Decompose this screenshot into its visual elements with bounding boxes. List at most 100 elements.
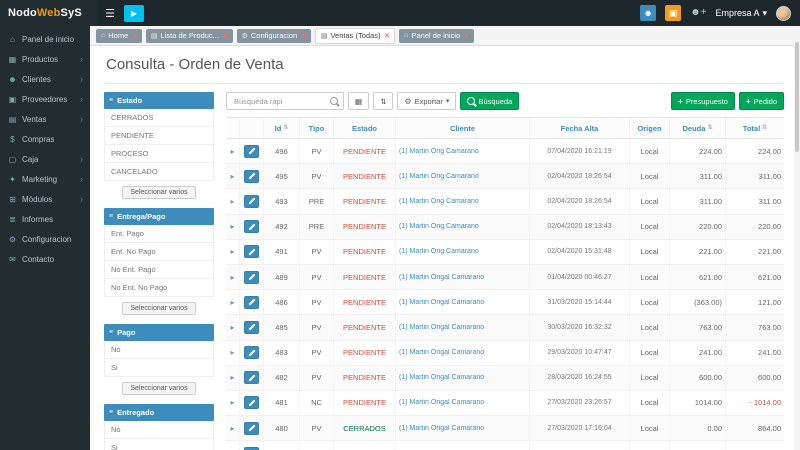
tab-ventas-todas[interactable]: ▤Ventas (Todas)× (315, 28, 395, 44)
client-link[interactable]: (1) Martin Orig Camarano (399, 223, 479, 230)
filter-option-no-ent-pago[interactable]: No Ent. Pago (104, 261, 214, 279)
new-pedido-button[interactable]: +Pedido (739, 92, 784, 110)
packages-button[interactable]: ▣ (665, 5, 681, 21)
add-user-button[interactable]: ☻+ (690, 8, 706, 18)
row-expand-icon[interactable]: ▸ (226, 189, 240, 213)
sidebar-item-marketing[interactable]: ✦Marketing› (0, 169, 90, 189)
column-header-total[interactable]: Total⇅ (726, 118, 784, 138)
filter-option-pendiente[interactable]: PENDIENTE (104, 127, 214, 145)
edit-row-button[interactable] (244, 346, 259, 359)
client-link[interactable]: (1) Martin Orig Camarano (399, 198, 479, 205)
client-link[interactable]: (1) Martin Origal Camarano (399, 274, 484, 281)
close-tab-icon[interactable]: × (301, 31, 306, 40)
edit-row-button[interactable] (244, 220, 259, 233)
filter-header-entrega-pago[interactable]: ≡Entrega/Pago (104, 208, 214, 225)
sidebar-item-productos[interactable]: ▦Productos› (0, 49, 90, 69)
close-tab-icon[interactable]: × (223, 31, 228, 40)
topbar: NodoWeb SyS ☰ ▶ ☻ ▣ ☻+ Empresa A▾ (0, 0, 800, 26)
filter-option-si[interactable]: Si (104, 359, 214, 377)
filter-option-proceso[interactable]: PROCESO (104, 145, 214, 163)
topbar-right: ☻ ▣ ☻+ Empresa A▾ (640, 5, 800, 21)
sidebar-item-ventas[interactable]: ▤Ventas› (0, 109, 90, 129)
sidebar-item-modulos[interactable]: ⊞Módulos› (0, 189, 90, 209)
column-header-id[interactable]: Id⇅ (264, 118, 300, 138)
sidebar-item-clientes[interactable]: ☻Clientes› (0, 69, 90, 89)
row-expand-icon[interactable]: ▸ (226, 315, 240, 339)
row-expand-icon[interactable]: ▸ (226, 391, 240, 415)
filter-option-ent-pago[interactable]: Ent. Pago (104, 225, 214, 243)
search-button[interactable]: Búsqueda (460, 92, 519, 110)
sidebar-item-proveedores[interactable]: ▣Proveedores› (0, 89, 90, 109)
edit-row-button[interactable] (244, 371, 259, 384)
select-multiple-button[interactable]: Seleccionar varios (122, 186, 195, 199)
edit-row-button[interactable] (244, 396, 259, 409)
sidebar-item-panel-de-inicio[interactable]: ⌂Panel de inicio (0, 29, 90, 49)
avatar[interactable] (776, 6, 791, 21)
select-multiple-button[interactable]: Seleccionar varios (122, 302, 195, 315)
row-expand-icon[interactable]: ▸ (226, 290, 240, 314)
sidebar-item-compras[interactable]: $Compras (0, 129, 90, 149)
sidebar-item-configuracion[interactable]: ⚙Configuracion (0, 229, 90, 249)
sidebar-item-informes[interactable]: ≣Informes (0, 209, 90, 229)
client-link[interactable]: (1) Martin Orig Camarano (399, 148, 479, 155)
client-link[interactable]: (1) Martin Origal Camarano (399, 425, 484, 432)
tab-lista-de-produc[interactable]: ▤Lista de Produc...× (146, 29, 233, 43)
row-expand-icon[interactable]: ▸ (226, 441, 240, 450)
row-expand-icon[interactable]: ▸ (226, 366, 240, 390)
edit-row-button[interactable] (244, 245, 259, 258)
company-menu[interactable]: Empresa A▾ (715, 8, 767, 19)
filter-header-pago[interactable]: ≡Pago (104, 324, 214, 341)
edit-row-button[interactable] (244, 145, 259, 158)
client-link[interactable]: (1) Martin Origal Camarano (399, 324, 484, 331)
edit-row-button[interactable] (244, 321, 259, 334)
quick-screen-button[interactable]: ▶ (124, 5, 144, 22)
column-header-deuda[interactable]: Deuda⇅ (670, 118, 726, 138)
client-link[interactable]: (1) Martin Orig Camarano (399, 248, 479, 255)
close-tab-icon[interactable]: × (132, 31, 137, 40)
scrollbar-thumb[interactable] (795, 42, 799, 152)
sort-order-button[interactable]: ⇅ (373, 92, 393, 110)
page-scrollbar[interactable] (794, 26, 800, 450)
sidebar-item-contacto[interactable]: ✉Contacto (0, 249, 90, 269)
filter-option-cancelado[interactable]: CANCELADO (104, 163, 214, 181)
search-input[interactable] (232, 96, 330, 107)
row-expand-icon[interactable]: ▸ (226, 139, 240, 163)
tab-panel-de-inicio[interactable]: ⌂Panel de inicio× (399, 29, 474, 43)
sidebar-item-caja[interactable]: ▢Caja› (0, 149, 90, 169)
filter-option-ent-no-pago[interactable]: Ent. No Pago (104, 243, 214, 261)
filter-option-no-ent-no-pago[interactable]: No Ent. No Pago (104, 279, 214, 297)
calendar-button[interactable]: ▦ (348, 92, 369, 110)
app-logo[interactable]: NodoWeb SyS (0, 0, 98, 26)
export-button[interactable]: ⚙Exportar▾ (397, 92, 456, 110)
edit-row-button[interactable] (244, 271, 259, 284)
client-link[interactable]: (1) Martin Origal Camarano (399, 299, 484, 306)
edit-row-button[interactable] (244, 422, 259, 435)
select-multiple-button[interactable]: Seleccionar varios (122, 382, 195, 395)
filter-header-entregado[interactable]: ≡Entregado (104, 404, 214, 421)
client-link[interactable]: (1) Martin Origal Camarano (399, 374, 484, 381)
client-link[interactable]: (1) Martin Origal Camarano (399, 399, 484, 406)
close-tab-icon[interactable]: × (384, 31, 389, 40)
filter-option-no[interactable]: No (104, 421, 214, 439)
edit-row-button[interactable] (244, 296, 259, 309)
row-expand-icon[interactable]: ▸ (226, 164, 240, 188)
new-presupuesto-button[interactable]: +Presupuesto (671, 92, 735, 110)
row-expand-icon[interactable]: ▸ (226, 341, 240, 365)
tab-home[interactable]: ⌂Home× (96, 29, 142, 43)
users-button[interactable]: ☻ (640, 5, 656, 21)
filter-option-cerrados[interactable]: CERRADOS (104, 109, 214, 127)
client-link[interactable]: (1) Martin Orig Camarano (399, 173, 479, 180)
row-expand-icon[interactable]: ▸ (226, 215, 240, 239)
sidebar-toggle-button[interactable]: ☰ (98, 7, 122, 20)
client-link[interactable]: (1) Martin Origal Camarano (399, 349, 484, 356)
filter-option-si[interactable]: Si (104, 439, 214, 450)
edit-row-button[interactable] (244, 170, 259, 183)
row-expand-icon[interactable]: ▸ (226, 265, 240, 289)
filter-header-estado[interactable]: ≡Estado (104, 92, 214, 109)
tab-configuracion[interactable]: ⚙Configuracion× (237, 29, 311, 43)
filter-option-no[interactable]: No (104, 341, 214, 359)
row-expand-icon[interactable]: ▸ (226, 416, 240, 440)
edit-row-button[interactable] (244, 195, 259, 208)
row-expand-icon[interactable]: ▸ (226, 240, 240, 264)
close-tab-icon[interactable]: × (464, 31, 469, 40)
